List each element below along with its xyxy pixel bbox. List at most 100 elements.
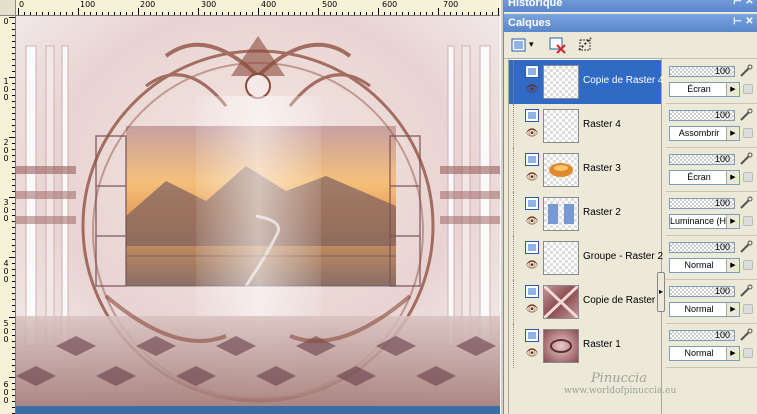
opacity-slider[interactable]: 100 [669, 286, 735, 297]
ruler-tick [204, 12, 205, 15]
ruler-tick [12, 275, 15, 276]
dropdown-arrow-icon[interactable]: ▶ [726, 83, 739, 96]
layers-palette-titlebar[interactable]: Calques ⊢ ✕ [504, 14, 757, 32]
ruler-tick [354, 12, 355, 15]
dropdown-arrow-icon[interactable]: ▶ [726, 127, 739, 140]
ruler-tick [12, 341, 15, 342]
ruler-tick [258, 8, 259, 15]
visibility-eye-icon[interactable]: 👁 [525, 173, 539, 183]
layer-row[interactable]: 👁 Copie de Raster 4 [509, 60, 664, 104]
horizontal-ruler: 0 100 200 300 400 500 600 700 [16, 0, 500, 16]
blend-mode-select[interactable]: Assombrir ▶ [669, 126, 740, 141]
ruler-tick [12, 359, 15, 360]
ruler-tick [12, 233, 15, 234]
raster-layer-icon [525, 285, 539, 298]
lock-transparency-icon[interactable] [743, 260, 753, 270]
close-icon[interactable]: ✕ [744, 0, 755, 8]
ruler-tick [12, 395, 15, 396]
edit-brush-icon[interactable] [739, 328, 753, 342]
edit-brush-icon[interactable] [739, 240, 753, 254]
blend-mode-select[interactable]: Écran ▶ [669, 82, 740, 97]
ruler-tick [12, 119, 15, 120]
layer-row[interactable]: 👁 Raster 1 [509, 324, 661, 368]
opacity-slider[interactable]: 100 [669, 198, 735, 209]
lock-transparency-icon[interactable] [743, 172, 753, 182]
ruler-tick [396, 12, 397, 15]
close-icon[interactable]: ✕ [744, 16, 755, 28]
visibility-eye-icon[interactable]: 👁 [525, 261, 539, 271]
ruler-tick [12, 161, 15, 162]
dropdown-arrow-icon[interactable]: ▶ [726, 171, 739, 184]
image-canvas[interactable] [16, 16, 500, 414]
visibility-eye-icon[interactable]: 👁 [525, 129, 539, 139]
layers-toolbar: ▾ [504, 32, 757, 59]
ruler-tick [102, 12, 103, 15]
blend-mode-select[interactable]: Luminance (H) ▶ [669, 214, 740, 229]
opacity-slider[interactable]: 100 [669, 242, 735, 253]
edit-brush-icon[interactable] [739, 196, 753, 210]
layer-name: Raster 3 [583, 163, 621, 174]
layer-name: Raster 2 [583, 207, 621, 218]
edit-brush-icon[interactable] [739, 108, 753, 122]
lock-transparency-icon[interactable] [743, 216, 753, 226]
ruler-tick [234, 12, 235, 15]
raster-layer-icon [525, 329, 539, 342]
edit-brush-icon[interactable] [739, 64, 753, 78]
delete-layer-icon[interactable] [548, 36, 568, 54]
pin-icon[interactable]: ⊢ [732, 0, 743, 8]
ruler-tick [12, 173, 15, 174]
dropdown-arrow-icon[interactable]: ▶ [726, 215, 739, 228]
lock-transparency-icon[interactable] [743, 348, 753, 358]
lock-transparency-icon[interactable] [743, 304, 753, 314]
opacity-slider[interactable]: 100 [669, 330, 735, 341]
ruler-label: 400 [261, 0, 277, 9]
opacity-slider[interactable]: 100 [669, 66, 735, 77]
layer-row[interactable]: 👁 Raster 2 [509, 192, 661, 236]
pin-icon[interactable]: ⊢ [732, 16, 743, 28]
edit-brush-icon[interactable] [739, 152, 753, 166]
dropdown-arrow-icon[interactable]: ▶ [726, 259, 739, 272]
blend-mode-value: Normal [684, 260, 714, 270]
layer-row[interactable]: 👁 Raster 3 [509, 148, 661, 192]
ruler-tick [12, 83, 15, 84]
ruler-tick [12, 365, 15, 366]
layer-row[interactable]: 👁 Groupe - Raster 2 [509, 236, 663, 280]
lock-transparency-icon[interactable] [743, 128, 753, 138]
canvas-scrollbar[interactable] [16, 406, 500, 414]
ruler-tick [48, 12, 49, 15]
visibility-eye-icon[interactable]: 👁 [525, 305, 539, 315]
new-raster-layer-icon[interactable] [510, 36, 530, 54]
history-palette-titlebar[interactable]: Historique ⊢ ✕ [504, 0, 757, 12]
opacity-slider[interactable]: 100 [669, 154, 735, 165]
blend-mode-value: Luminance (H) [670, 216, 728, 226]
opacity-value: 100 [714, 110, 730, 120]
ruler-tick [12, 131, 15, 132]
ruler-tick [12, 263, 15, 264]
lock-transparency-icon[interactable] [743, 84, 753, 94]
blend-mode-select[interactable]: Normal ▶ [669, 258, 740, 273]
ruler-tick [246, 12, 247, 15]
ruler-tick [42, 12, 43, 15]
dropdown-arrow-icon[interactable]: ▶ [726, 347, 739, 360]
ruler-tick [12, 335, 15, 336]
splitter-grip[interactable]: ▸ [657, 272, 665, 312]
blend-mode-select[interactable]: Écran ▶ [669, 170, 740, 185]
opacity-slider[interactable]: 100 [669, 110, 735, 121]
visibility-eye-icon[interactable]: 👁 [525, 85, 539, 95]
layer-row[interactable]: 👁 Raster 4 [509, 104, 661, 148]
visibility-eye-icon[interactable]: 👁 [525, 217, 539, 227]
layer-tree-line [513, 236, 524, 280]
layer-row[interactable]: 👁 Copie de Raster 1 [509, 280, 664, 324]
blend-mode-select[interactable]: Normal ▶ [669, 346, 740, 361]
visibility-eye-icon[interactable]: 👁 [525, 349, 539, 359]
edit-brush-icon[interactable] [739, 284, 753, 298]
blend-mode-select[interactable]: Normal ▶ [669, 302, 740, 317]
ruler-tick [12, 59, 15, 60]
ruler-tick [12, 179, 15, 180]
ruler-label: 100 [3, 77, 9, 102]
ruler-tick [9, 197, 15, 198]
ruler-tick [456, 12, 457, 15]
dropdown-arrow-icon[interactable]: ▶ [726, 303, 739, 316]
chevron-down-icon[interactable]: ▾ [529, 39, 534, 50]
mask-icon[interactable] [576, 36, 596, 54]
